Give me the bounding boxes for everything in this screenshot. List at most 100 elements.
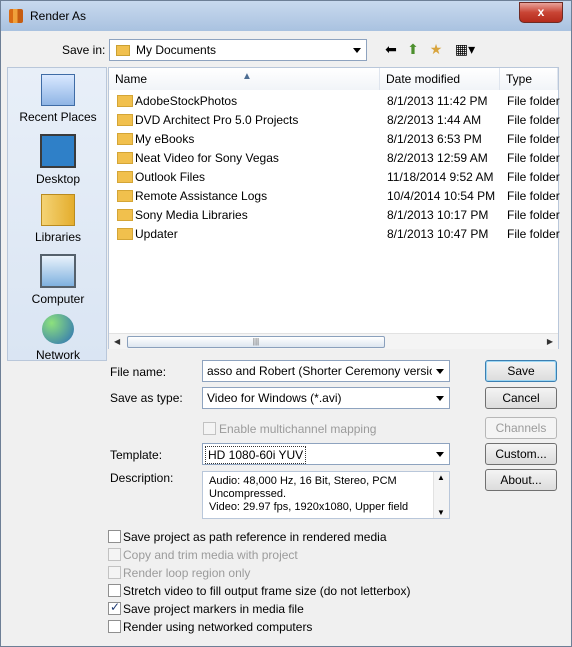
list-item[interactable]: My eBooks 8/1/2013 6:53 PM File folder (109, 130, 560, 149)
copy-trim-media-checkbox[interactable] (108, 548, 121, 561)
column-header-type[interactable]: Type (500, 68, 558, 90)
sort-up-icon: ▲ (242, 71, 252, 82)
template-label: Template: (110, 448, 163, 462)
channels-button[interactable]: Channels (485, 417, 557, 439)
folder-date: 8/1/2013 10:17 PM (387, 208, 489, 222)
about-button[interactable]: About... (485, 469, 557, 491)
file-name-label: File name: (110, 365, 167, 379)
place-label: Desktop (35, 172, 81, 186)
close-button[interactable]: x (519, 2, 563, 23)
place-network[interactable]: Network (8, 314, 108, 362)
folder-type: File folder (507, 170, 560, 184)
custom-button[interactable]: Custom... (485, 443, 557, 465)
folder-date: 11/18/2014 9:52 AM (387, 170, 494, 184)
folder-icon (117, 190, 133, 202)
cancel-button[interactable]: Cancel (485, 387, 557, 409)
render-as-dialog: Render As x Save in: My Documents ⬅ ⬆ ★ … (0, 0, 572, 647)
folder-date: 8/2/2013 1:44 AM (387, 113, 482, 127)
place-label: Computer (31, 292, 85, 306)
folder-name: Remote Assistance Logs (135, 189, 268, 203)
description-box[interactable]: Audio: 48,000 Hz, 16 Bit, Stereo, PCM Un… (202, 471, 450, 519)
save-button[interactable]: Save (485, 360, 557, 382)
scroll-down-icon[interactable]: ▼ (437, 508, 445, 517)
description-line: Uncompressed. (209, 488, 287, 500)
folder-type: File folder (507, 132, 560, 146)
description-line: Video: 29.97 fps, 1920x1080, Upper field (209, 501, 409, 513)
desktop-icon (40, 134, 76, 168)
column-header-name[interactable]: Name ▲ (109, 68, 380, 90)
chevron-down-icon (436, 396, 444, 401)
place-libraries[interactable]: Libraries (8, 194, 108, 244)
folder-date: 8/1/2013 11:42 PM (387, 94, 488, 108)
save-as-type-label: Save as type: (110, 391, 183, 405)
description-label: Description: (110, 471, 174, 485)
folder-type: File folder (507, 189, 560, 203)
description-text: Audio: 48,000 Hz, 16 Bit, Stereo, PCM Un… (209, 475, 408, 514)
save-as-type-dropdown[interactable]: Video for Windows (*.avi) (202, 387, 450, 409)
place-label: Libraries (34, 230, 82, 244)
scroll-left-icon[interactable]: ◀ (114, 337, 120, 346)
app-icon (9, 9, 23, 23)
file-name-input[interactable]: asso and Robert (Shorter Ceremony versio… (202, 360, 450, 382)
save-as-type-value: Video for Windows (*.avi) (207, 391, 342, 405)
place-computer[interactable]: Computer (8, 254, 108, 306)
folder-icon (117, 95, 133, 107)
folder-icon (117, 209, 133, 221)
recent-places-icon (41, 74, 75, 106)
up-folder-icon[interactable]: ⬆ (404, 40, 422, 58)
place-desktop[interactable]: Desktop (8, 134, 108, 186)
networked-render-checkbox[interactable] (108, 620, 121, 633)
computer-icon (40, 254, 76, 288)
places-bar: Recent Places Desktop Libraries Computer… (7, 67, 108, 362)
window-title: Render As (30, 9, 87, 23)
chevron-down-icon (353, 48, 361, 53)
network-icon (42, 314, 74, 344)
folder-icon (117, 152, 133, 164)
folder-name: My eBooks (135, 132, 195, 146)
save-in-value: My Documents (136, 43, 217, 57)
save-path-reference-checkbox[interactable] (108, 530, 121, 543)
file-list[interactable]: Name ▲ Date modified Type AdobeStockPhot… (108, 67, 560, 349)
multichannel-checkbox[interactable] (203, 422, 216, 435)
list-item[interactable]: Sony Media Libraries 8/1/2013 10:17 PM Fil… (109, 206, 560, 225)
place-label: Recent Places (19, 110, 97, 124)
option-label: Stretch video to fill output frame size … (123, 584, 411, 598)
scroll-thumb[interactable]: ||| (127, 336, 385, 348)
option-label: Save project as path reference in render… (123, 530, 387, 544)
folder-type: File folder (507, 94, 560, 108)
folder-date: 10/4/2014 10:54 PM (387, 189, 496, 203)
folder-type: File folder (507, 113, 560, 127)
column-header-date[interactable]: Date modified (380, 68, 500, 90)
place-recent-places[interactable]: Recent Places (8, 74, 108, 124)
list-item[interactable]: AdobeStockPhotos 8/1/2013 11:42 PM File fo… (109, 92, 560, 111)
list-item[interactable]: Updater 8/1/2013 10:47 PM File folder (109, 225, 560, 244)
list-item[interactable]: Neat Video for Sony Vegas 8/2/2013 12:59 … (109, 149, 560, 168)
folder-name: AdobeStockPhotos (135, 94, 238, 108)
description-line: Audio: 48,000 Hz, 16 Bit, Stereo, PCM (209, 475, 397, 487)
save-in-dropdown[interactable]: My Documents (109, 39, 367, 61)
new-folder-icon[interactable]: ★ (427, 40, 445, 58)
folder-type: File folder (507, 151, 560, 165)
description-scrollbar[interactable]: ▲ ▼ (433, 472, 449, 518)
folder-name: Sony Media Libraries (135, 208, 248, 222)
name-header-label: Name (115, 72, 148, 86)
list-item[interactable]: Outlook Files 11/18/2014 9:52 AM File fold… (109, 168, 560, 187)
back-icon[interactable]: ⬅ (382, 40, 400, 58)
folder-icon (117, 114, 133, 126)
folder-icon (116, 45, 130, 56)
scroll-right-icon[interactable]: ▶ (547, 337, 553, 346)
list-item[interactable]: Remote Assistance Logs 10/4/2014 10:54 PM… (109, 187, 560, 206)
folder-icon (117, 228, 133, 240)
scroll-up-icon[interactable]: ▲ (437, 473, 445, 482)
option-label: Copy and trim media with project (123, 548, 298, 562)
chevron-down-icon[interactable] (436, 369, 444, 374)
save-project-markers-checkbox[interactable] (108, 600, 121, 615)
template-value: HD 1080-60i YUV (205, 446, 307, 464)
option-label: Render loop region only (123, 566, 251, 580)
view-menu-icon[interactable]: ▦▾ (452, 40, 478, 58)
template-dropdown[interactable]: HD 1080-60i YUV (202, 443, 450, 465)
stretch-video-checkbox[interactable] (108, 584, 121, 597)
horizontal-scrollbar[interactable]: ◀ ||| ▶ (109, 333, 558, 349)
list-item[interactable]: DVD Architect Pro 5.0 Projects 8/2/2013 1… (109, 111, 560, 130)
render-loop-region-checkbox[interactable] (108, 566, 121, 579)
